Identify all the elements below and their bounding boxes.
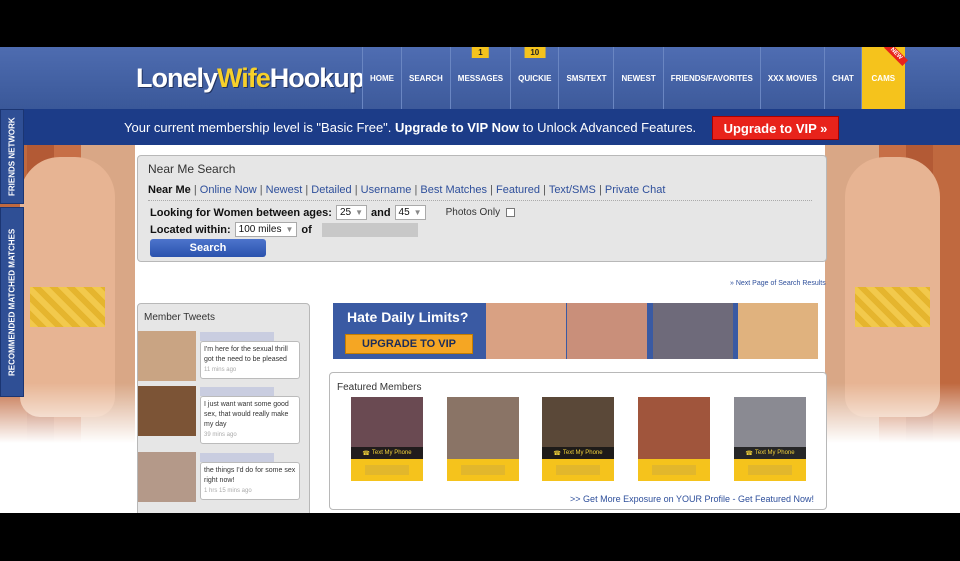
text-my-phone-label[interactable]: ☎ Text My Phone	[734, 447, 806, 459]
phone-icon: ☎	[745, 450, 753, 457]
location-input-blurred[interactable]	[321, 222, 418, 237]
age-min-select[interactable]: 25 ▼	[335, 205, 367, 220]
featured-member-card[interactable]: ☎ Text My Phone	[734, 397, 806, 481]
tweet-avatar[interactable]	[138, 386, 196, 436]
link-username[interactable]: Username	[361, 184, 412, 196]
nav-sms-text[interactable]: SMS/TEXT	[558, 47, 614, 109]
featured-member-card[interactable]: ☎ Text My Phone	[542, 397, 614, 481]
membership-text: Your current membership level is "Basic …	[124, 120, 697, 135]
photos-only-checkbox[interactable]	[506, 208, 516, 217]
featured-member-card[interactable]: ☎ Text My Phone	[351, 397, 423, 481]
promo-photo	[653, 303, 733, 359]
featured-member-photo[interactable]: ☎ Text My Phone	[542, 397, 614, 459]
near-me-search-panel: Near Me Search Near Me | Online Now | Ne…	[137, 155, 827, 262]
get-featured-link[interactable]: >> Get More Exposure on YOUR Profile - G…	[570, 494, 814, 504]
nav-search[interactable]: SEARCH	[401, 47, 450, 109]
nav-messages[interactable]: 1 MESSAGES	[449, 47, 511, 109]
recommended-matches-tab[interactable]: RECOMMENDED MATCHED MATCHES	[0, 207, 24, 397]
link-featured[interactable]: Featured	[496, 184, 540, 196]
nav-cams[interactable]: NEW CAMS	[860, 47, 908, 109]
featured-member-name-blurred[interactable]	[638, 459, 710, 481]
hate-daily-limits-promo[interactable]: Hate Daily Limits? UPGRADE TO VIP	[333, 303, 818, 359]
text-my-phone-label[interactable]: ☎ Text My Phone	[542, 447, 614, 459]
link-near-me[interactable]: Near Me	[148, 184, 191, 196]
new-ribbon: NEW	[883, 47, 908, 67]
link-detailed[interactable]: Detailed	[311, 184, 351, 196]
link-online-now[interactable]: Online Now	[200, 184, 257, 196]
featured-member-card[interactable]	[447, 397, 519, 481]
tweet-item[interactable]: I'm here for the sexual thrill got the n…	[138, 331, 309, 393]
photos-only-label: Photos Only	[445, 207, 501, 218]
phone-icon: ☎	[553, 450, 561, 457]
page-frame: LonelyWifeHookup HOME SEARCH 1 MESSAGES …	[0, 47, 960, 513]
nav-home[interactable]: HOME	[362, 47, 401, 109]
location-row: Located within: 100 miles ▼ of	[150, 222, 418, 237]
tweet-bubble: I just want want some good sex, that wou…	[200, 396, 300, 444]
chevron-down-icon: ▼	[355, 208, 363, 217]
member-tweets-panel: Member Tweets I'm here for the sexual th…	[137, 303, 310, 513]
chevron-down-icon: ▼	[413, 208, 422, 217]
tweet-bubble: the things I'd do for some sex right now…	[200, 462, 300, 500]
nav-newest[interactable]: NEWEST	[613, 47, 663, 109]
search-button[interactable]: Search	[150, 239, 266, 257]
right-side-photo	[825, 145, 960, 443]
link-newest[interactable]: Newest	[266, 184, 303, 196]
next-page-link[interactable]: » Next Page of Search Results	[730, 280, 826, 287]
featured-member-name-blurred[interactable]	[542, 459, 614, 481]
upgrade-vip-button[interactable]: Upgrade to VIP »	[712, 116, 839, 140]
search-panel-title: Near Me Search	[148, 162, 236, 176]
promo-photo	[567, 303, 647, 359]
tweet-username-blurred[interactable]	[200, 387, 274, 396]
distance-select[interactable]: 100 miles ▼	[234, 222, 298, 237]
promo-headline: Hate Daily Limits?	[347, 309, 469, 325]
quickie-count-badge: 10	[524, 47, 546, 58]
promo-photo	[738, 303, 818, 359]
membership-banner: Your current membership level is "Basic …	[0, 109, 960, 145]
search-type-links: Near Me | Online Now | Newest | Detailed…	[148, 184, 666, 196]
featured-members-title: Featured Members	[337, 382, 422, 393]
nav-quickie[interactable]: 10 QUICKIE	[510, 47, 559, 109]
age-max-select[interactable]: 45 ▼	[394, 205, 426, 220]
text-my-phone-label[interactable]: ☎ Text My Phone	[351, 447, 423, 459]
featured-member-card[interactable]	[638, 397, 710, 481]
site-logo[interactable]: LonelyWifeHookup	[136, 63, 365, 94]
featured-member-name-blurred[interactable]	[351, 459, 423, 481]
chevron-down-icon: ▼	[285, 225, 294, 234]
side-tabs: FRIENDS NETWORK RECOMMENDED MATCHED MATC…	[0, 109, 24, 399]
nav-chat[interactable]: CHAT	[824, 47, 861, 109]
phone-icon: ☎	[362, 450, 370, 457]
link-private-chat[interactable]: Private Chat	[605, 184, 666, 196]
link-text-sms[interactable]: Text/SMS	[549, 184, 596, 196]
main-nav: HOME SEARCH 1 MESSAGES 10 QUICKIE SMS/TE…	[362, 47, 908, 109]
featured-member-name-blurred[interactable]	[734, 459, 806, 481]
age-row: Looking for Women between ages: 25 ▼ and …	[150, 205, 516, 220]
tweet-bubble: I'm here for the sexual thrill got the n…	[200, 341, 300, 379]
featured-member-photo[interactable]	[447, 397, 519, 459]
site-header: LonelyWifeHookup HOME SEARCH 1 MESSAGES …	[0, 47, 960, 109]
tweet-username-blurred[interactable]	[200, 453, 274, 462]
tweet-item[interactable]: the things I'd do for some sex right now…	[138, 452, 309, 513]
nav-xxx-movies[interactable]: XXX MOVIES	[759, 47, 825, 109]
tweet-username-blurred[interactable]	[200, 332, 274, 341]
featured-member-photo[interactable]	[638, 397, 710, 459]
tweet-avatar[interactable]	[138, 452, 196, 502]
tweet-avatar[interactable]	[138, 331, 196, 381]
featured-member-name-blurred[interactable]	[447, 459, 519, 481]
featured-member-photo[interactable]: ☎ Text My Phone	[734, 397, 806, 459]
nav-friends-favorites[interactable]: FRIENDS/FAVORITES	[662, 47, 760, 109]
featured-member-photo[interactable]: ☎ Text My Phone	[351, 397, 423, 459]
friends-network-tab[interactable]: FRIENDS NETWORK	[0, 109, 24, 204]
link-best-matches[interactable]: Best Matches	[420, 184, 487, 196]
messages-count-badge: 1	[472, 47, 489, 58]
featured-members-panel: Featured Members ☎ Text My Phone ☎ Text My…	[329, 372, 827, 510]
member-tweets-title: Member Tweets	[144, 312, 215, 323]
tweet-item[interactable]: I just want want some good sex, that wou…	[138, 386, 309, 448]
promo-upgrade-button[interactable]: UPGRADE TO VIP	[345, 334, 473, 354]
promo-photo	[486, 303, 566, 359]
